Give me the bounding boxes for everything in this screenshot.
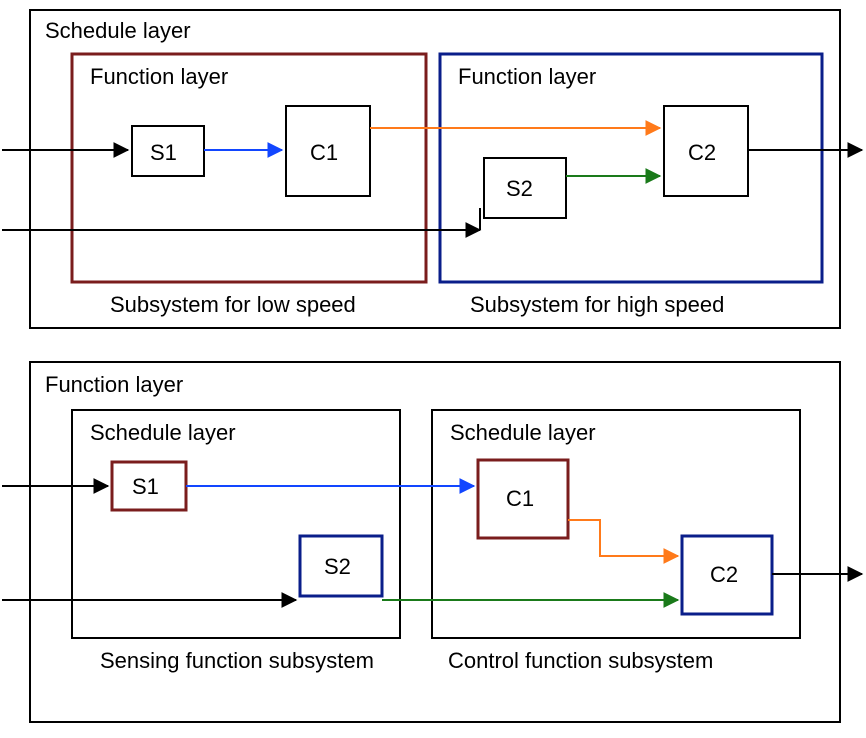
top-outer-box	[30, 10, 840, 328]
top-left-caption: Subsystem for low speed	[110, 292, 356, 317]
top-right-inner-label: Function layer	[458, 64, 596, 89]
bottom-left-inner-label: Schedule layer	[90, 420, 236, 445]
bottom-right-inner-label: Schedule layer	[450, 420, 596, 445]
diagram-root: Schedule layer Function layer Subsystem …	[0, 0, 866, 738]
node-c2-bottom-label: C2	[710, 562, 738, 587]
node-s1-top-label: S1	[150, 140, 177, 165]
bottom-right-caption: Control function subsystem	[448, 648, 713, 673]
node-s1-bottom-label: S1	[132, 474, 159, 499]
bottom-left-caption: Sensing function subsystem	[100, 648, 374, 673]
node-s2-bottom-label: S2	[324, 554, 351, 579]
node-c2-top-label: C2	[688, 140, 716, 165]
node-s2-top-label: S2	[506, 176, 533, 201]
top-outer-label: Schedule layer	[45, 18, 191, 43]
top-left-inner-label: Function layer	[90, 64, 228, 89]
bottom-outer-label: Function layer	[45, 372, 183, 397]
node-c1-bottom-label: C1	[506, 486, 534, 511]
node-c1-top-label: C1	[310, 140, 338, 165]
arrow-c1-to-c2-bottom	[568, 520, 678, 556]
top-right-caption: Subsystem for high speed	[470, 292, 724, 317]
